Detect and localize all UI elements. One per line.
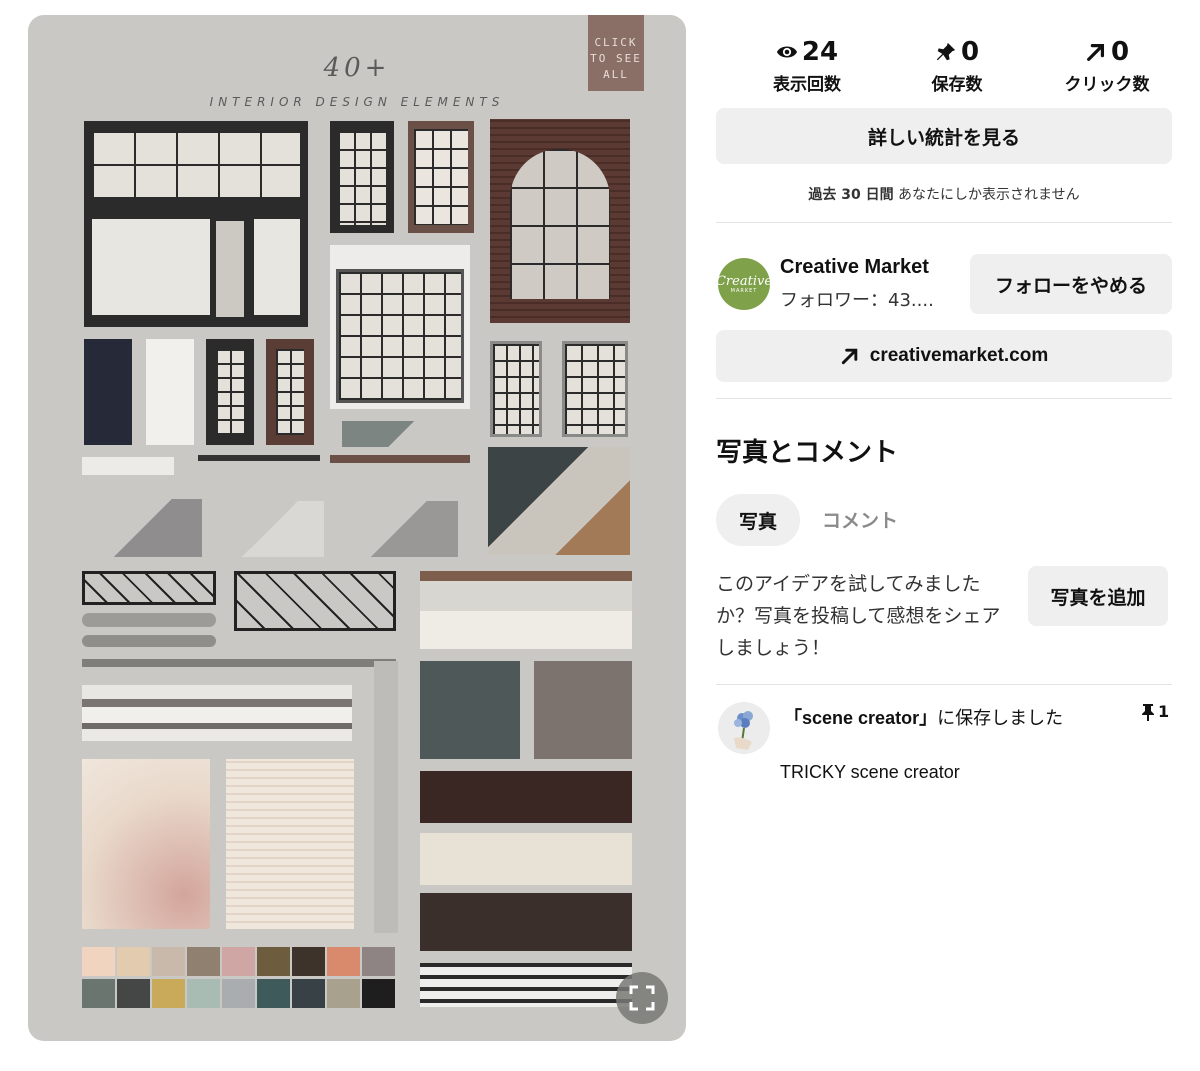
pin-count-value: 1 (1158, 702, 1170, 721)
tag-line: CLICK (594, 36, 638, 49)
stat-value: 24 (801, 37, 839, 67)
wall-panel-illustration (534, 661, 632, 759)
saved-suffix: に保存しました (937, 708, 1064, 729)
door-illustration (206, 339, 254, 445)
door-illustration (146, 339, 194, 445)
tab-comments[interactable]: コメント (822, 506, 898, 533)
stat-value: 0 (960, 37, 980, 67)
try-it-prompt: このアイデアを試してみましたか？写真を投稿して感想をシェアしましょう！ (716, 573, 1001, 659)
wall-panel-illustration (420, 661, 520, 759)
arrow-up-right-icon (841, 348, 858, 365)
ledge-illustration (82, 457, 174, 475)
unfollow-button[interactable]: フォローをやめる (970, 254, 1172, 314)
avatar-text: Creative (715, 273, 773, 289)
divider (716, 684, 1172, 685)
creator-avatar[interactable]: Creative MARKET (715, 258, 773, 310)
wall-panel-illustration (420, 771, 632, 823)
saved-to-board-text: 「scene creator」に保存しました (784, 704, 1084, 733)
pin-image[interactable]: 40+ INTERIOR DESIGN ELEMENTS CLICK TO SE… (28, 15, 686, 1041)
stat-impressions: 24 表示回数 (732, 36, 882, 95)
door-illustration (84, 339, 132, 445)
railing-illustration (82, 571, 216, 605)
bench-illustration (198, 455, 320, 461)
large-window-illustration (330, 245, 470, 409)
stat-label: 保存数 (931, 75, 983, 95)
small-window-illustration (562, 341, 628, 437)
image-headline-sub: INTERIOR DESIGN ELEMENTS (209, 95, 505, 109)
avatar-subtext: MARKET (730, 287, 758, 294)
pushpin-icon (1142, 703, 1154, 721)
tag-line: ALL (603, 68, 629, 81)
pipe-illustration (82, 613, 216, 627)
stairs-illustration (84, 499, 202, 557)
board-pin-count: 1 (1140, 702, 1169, 721)
stat-label: 表示回数 (773, 75, 841, 95)
pin-icon (936, 42, 956, 61)
door-illustration (266, 339, 314, 445)
wall-panel-illustration (420, 893, 632, 951)
stat-saves: 0 保存数 (882, 36, 1032, 95)
stats-period: 過去 30 日間 (808, 187, 894, 203)
website-link-label: creativemarket.com (869, 345, 1049, 366)
marble-texture-illustration (82, 759, 210, 929)
storefront-window-illustration (84, 121, 308, 327)
brick-arch-window-illustration (490, 119, 630, 323)
stairs-illustration (342, 421, 460, 447)
divider (716, 398, 1172, 399)
stat-label: クリック数 (1064, 75, 1150, 95)
wood-texture-illustration (226, 759, 354, 929)
molding-illustration (82, 685, 352, 741)
molding-illustration (82, 659, 396, 667)
expand-button[interactable] (616, 972, 668, 1024)
stairs-illustration (488, 447, 630, 555)
tab-photos[interactable]: 写真 (716, 494, 800, 546)
beam-illustration (420, 571, 632, 649)
tall-window-illustration (330, 121, 394, 233)
expand-icon (629, 985, 655, 1011)
brown-window-illustration (408, 121, 474, 233)
flower-bouquet-icon (734, 711, 753, 750)
stats-row: 24 表示回数 0 保存数 0 クリック数 (716, 36, 1176, 100)
stat-clicks: 0 クリック数 (1032, 36, 1182, 95)
stairs-illustration (216, 501, 324, 557)
pipe-illustration (82, 635, 216, 647)
view-detailed-stats-button[interactable]: 詳しい統計を見る (716, 108, 1172, 164)
small-window-illustration (490, 341, 542, 437)
wall-panel-illustration (374, 661, 398, 933)
creator-followers: フォロワー：43.... (780, 290, 934, 311)
stripe-illustration (420, 963, 632, 1007)
board-name-quoted[interactable]: 「scene creator」 (784, 708, 937, 728)
wall-panel-illustration (420, 833, 632, 885)
eye-icon (776, 46, 797, 58)
tag-line: TO SEE (590, 52, 642, 65)
stats-visibility-note: あなたにしか表示されません (898, 187, 1080, 203)
website-link-button[interactable]: creativemarket.com (716, 330, 1172, 382)
railing-illustration (234, 571, 396, 631)
image-click-tag: CLICK TO SEE ALL (588, 15, 644, 91)
creator-name[interactable]: Creative Market (780, 256, 929, 279)
stairs-illustration (340, 501, 458, 557)
board-owner-avatar[interactable] (718, 702, 770, 754)
divider (716, 222, 1172, 223)
stat-value: 0 (1110, 37, 1130, 67)
bench-illustration (330, 455, 470, 463)
stats-period-note: 過去 30 日間 あなたにしか表示されません (716, 184, 1172, 204)
board-owner-name[interactable]: TRICKY scene creator (780, 762, 960, 783)
photos-comments-title: 写真とコメント (716, 438, 899, 468)
arrow-up-right-icon (1087, 43, 1104, 61)
add-photo-button[interactable]: 写真を追加 (1028, 566, 1168, 626)
